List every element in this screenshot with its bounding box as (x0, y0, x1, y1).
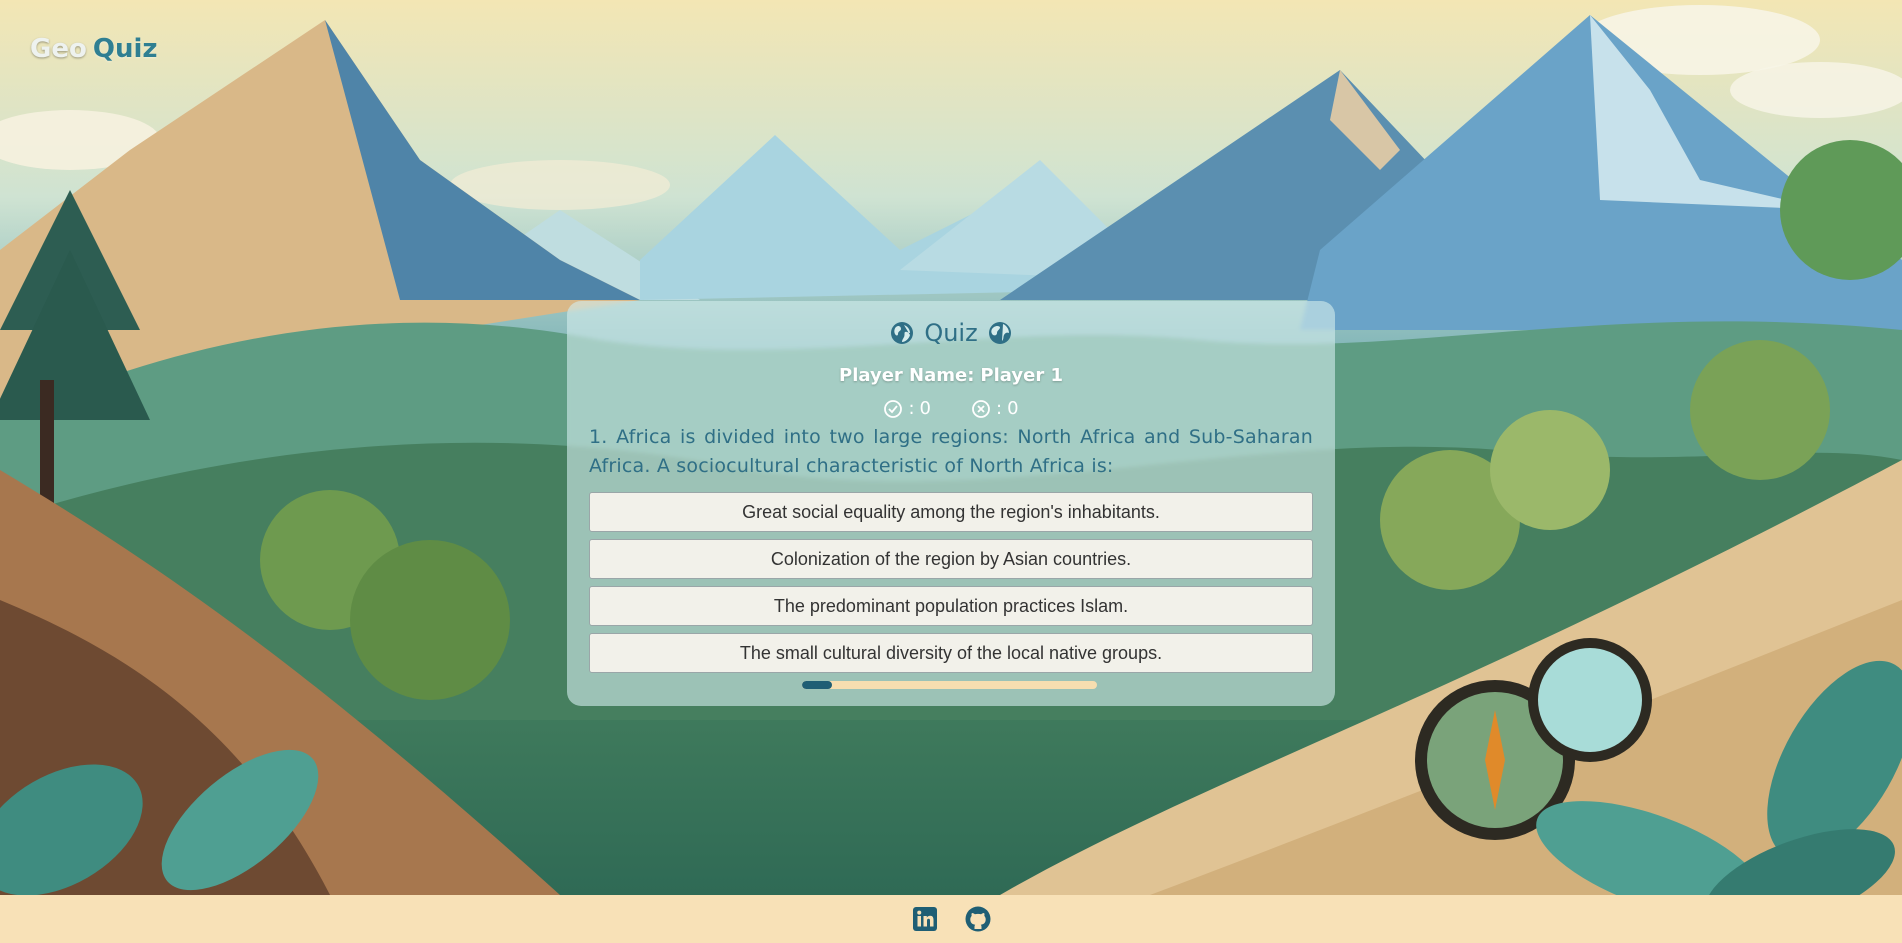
quiz-title-text: Quiz (924, 319, 978, 347)
correct-score: : 0 (883, 398, 931, 419)
globe-icon (988, 322, 1011, 344)
answer-list: Great social equality among the region's… (589, 492, 1313, 680)
player-name: Player Name: Player 1 (567, 365, 1335, 386)
progress-fill (802, 681, 832, 689)
wrong-count: 0 (1007, 398, 1019, 419)
x-circle-icon (972, 399, 990, 418)
answer-button[interactable]: The predominant population practices Isl… (589, 586, 1313, 626)
answer-button[interactable]: The small cultural diversity of the loca… (589, 633, 1313, 673)
answer-button[interactable]: Colonization of the region by Asian coun… (589, 539, 1313, 579)
question-text: 1. Africa is divided into two large regi… (589, 426, 1313, 477)
correct-count: 0 (919, 398, 931, 419)
quiz-card: Quiz Player Name: Player 1 : 0 : 0 1. Afr… (567, 301, 1335, 706)
check-circle-icon (884, 399, 903, 418)
player-name-label: Player Name: (839, 365, 975, 386)
answer-button[interactable]: Great social equality among the region's… (589, 492, 1313, 532)
quiz-title: Quiz (567, 319, 1335, 347)
logo-geo-text: Geo (30, 34, 87, 64)
globe-icon (891, 322, 914, 344)
progress-bar (802, 681, 1097, 689)
logo-quiz-text: Quiz (92, 34, 158, 64)
score-row: : 0 : 0 (567, 398, 1335, 419)
linkedin-icon[interactable] (911, 905, 939, 933)
github-icon[interactable] (964, 905, 992, 933)
wrong-score: : 0 (971, 398, 1019, 419)
footer (0, 895, 1902, 943)
player-name-value: Player 1 (980, 365, 1063, 386)
app-logo[interactable]: Geo Quiz (30, 34, 158, 64)
